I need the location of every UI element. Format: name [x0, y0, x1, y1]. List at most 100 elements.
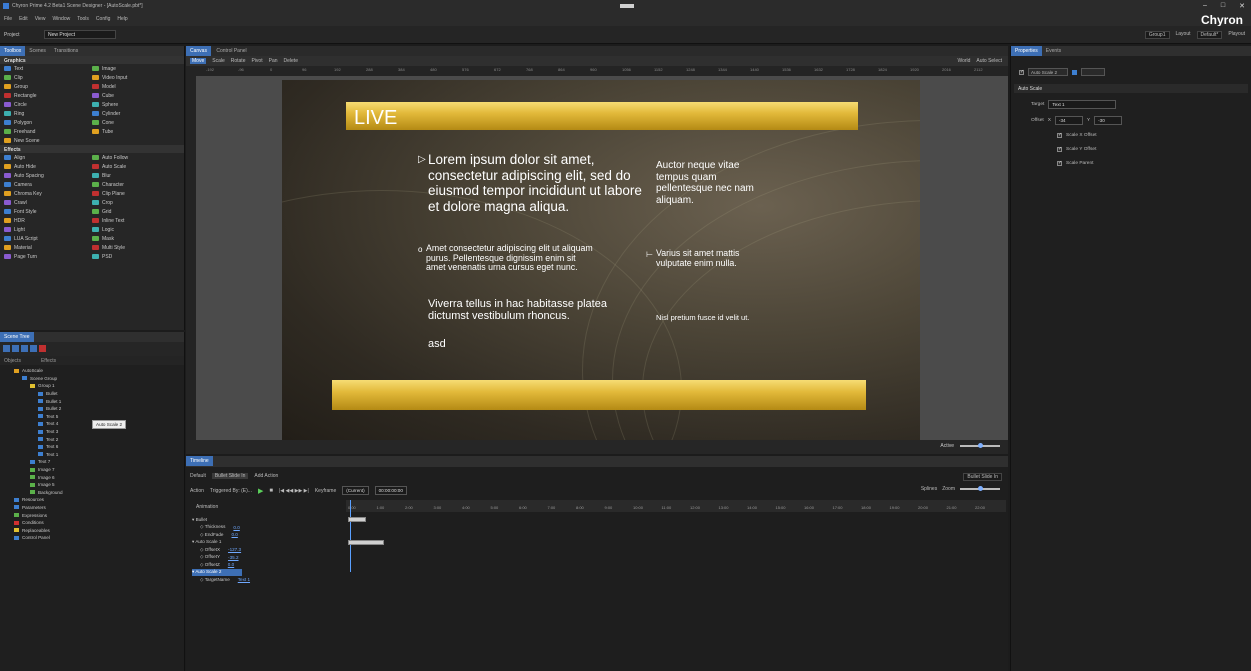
target-select[interactable]: Text 1: [1048, 100, 1117, 109]
zoom-slider[interactable]: [960, 443, 1000, 448]
splines-toggle[interactable]: Splines: [921, 486, 937, 492]
toolbox-item-group[interactable]: Group: [0, 82, 88, 91]
track-value[interactable]: -35.2: [228, 555, 238, 560]
effect-item-crawl[interactable]: Crawl: [0, 198, 88, 207]
project-select[interactable]: New Project: [44, 30, 116, 39]
stop-icon[interactable]: ■: [269, 488, 273, 494]
menu-view[interactable]: View: [35, 16, 46, 22]
keyframe-block[interactable]: [348, 517, 366, 522]
enabled-checkbox[interactable]: [1019, 69, 1024, 75]
tab-scene-tree[interactable]: Scene Tree: [0, 332, 34, 342]
effect-item-character[interactable]: Character: [88, 180, 176, 189]
effect-item-logic[interactable]: Logic: [88, 225, 176, 234]
layout-select[interactable]: Default*: [1196, 31, 1223, 39]
toolbox-item-cube[interactable]: Cube: [88, 91, 176, 100]
text-block-3[interactable]: Amet consectetur adipiscing elit ut aliq…: [426, 243, 596, 273]
effect-item-material[interactable]: Material: [0, 243, 88, 252]
timeline-zoom-slider[interactable]: [960, 486, 1000, 491]
tree-node[interactable]: Scene Group: [0, 375, 184, 383]
effect-item-clip-plane[interactable]: Clip Plane: [88, 189, 176, 198]
tree-node[interactable]: Text 2: [0, 435, 184, 443]
drag-grip[interactable]: [620, 4, 634, 8]
pan-tool[interactable]: Pan: [269, 58, 278, 64]
close-button[interactable]: ✕: [1239, 2, 1245, 10]
text-block-4[interactable]: Varius sit amet mattis vulputate enim nu…: [656, 248, 740, 268]
effect-item-blur[interactable]: Blur: [88, 171, 176, 180]
scene-preview[interactable]: LIVE ▷ Lorem ipsum dolor sit amet, conse…: [282, 80, 920, 440]
timeline-ruler[interactable]: 0:00 1:00 2:00 3:00 4:00 5:00 6:00 7:00 8:00 9:00…: [346, 500, 1006, 512]
folder-icon[interactable]: [12, 345, 19, 352]
playhead[interactable]: [350, 500, 351, 572]
delete-tool[interactable]: Delete: [284, 58, 298, 64]
toolbox-item-circle[interactable]: Circle: [0, 100, 88, 109]
track-row[interactable]: ▾ Bullet: [192, 516, 342, 524]
action-select[interactable]: Bullet Slide In: [963, 473, 1002, 481]
effect-item-auto-scale[interactable]: Auto Scale: [88, 162, 176, 171]
toolbox-item-tube[interactable]: Tube: [88, 127, 176, 136]
tree-node[interactable]: Text 1: [0, 451, 184, 459]
track-value[interactable]: Text 1: [238, 577, 250, 582]
effect-item-crop[interactable]: Crop: [88, 198, 176, 207]
menu-config[interactable]: Config: [96, 16, 110, 22]
effect-item-mask[interactable]: Mask: [88, 234, 176, 243]
tree-node[interactable]: Background: [0, 489, 184, 497]
track-row[interactable]: ▾ Auto Scale 2: [192, 568, 242, 576]
effect-item-inline-text[interactable]: Inline Text: [88, 216, 176, 225]
effect-item-lua-script[interactable]: LUA Script: [0, 234, 88, 243]
minimize-button[interactable]: –: [1203, 2, 1207, 10]
effect-item-grid[interactable]: Grid: [88, 207, 176, 216]
track-row[interactable]: ◇ OffsetZ 0.0: [192, 561, 342, 569]
scale-parent-checkbox[interactable]: [1057, 160, 1062, 166]
move-tool[interactable]: Move: [190, 58, 207, 64]
effect-item-chroma-key[interactable]: Chroma Key: [0, 189, 88, 198]
track-row[interactable]: ◇ OffsetX -127.3: [192, 546, 342, 554]
toolbox-item-image[interactable]: Image: [88, 64, 176, 73]
toolbox-item-cylinder[interactable]: Cylinder: [88, 109, 176, 118]
effect-item-camera[interactable]: Camera: [0, 180, 88, 189]
tree-node[interactable]: Conditions: [0, 519, 184, 527]
effect-item-hdr[interactable]: HDR: [0, 216, 88, 225]
track-row[interactable]: ◇ TargetName Text 1: [192, 576, 342, 584]
auto-scale-group[interactable]: Auto Scale: [1014, 84, 1248, 93]
playout-button[interactable]: Playout: [1228, 31, 1245, 39]
toolbox-item-cone[interactable]: Cone: [88, 118, 176, 127]
color-icon[interactable]: [1072, 69, 1077, 75]
tree-node[interactable]: Resources: [0, 496, 184, 504]
maximize-button[interactable]: □: [1221, 2, 1225, 10]
toolbox-item-video-input[interactable]: Video Input: [88, 73, 176, 82]
world-toggle[interactable]: World: [957, 58, 970, 64]
tab-default[interactable]: Default: [190, 473, 206, 479]
effects-header[interactable]: Effects: [0, 145, 184, 153]
tree-node[interactable]: Text 7: [0, 458, 184, 466]
track-value[interactable]: 0.0: [231, 532, 237, 537]
effect-item-page-turn[interactable]: Page Turn: [0, 252, 88, 261]
track-row[interactable]: ◇ Thickness 0.0: [192, 524, 342, 532]
add-action-button[interactable]: Add Action: [254, 473, 278, 479]
scale-x-offset-checkbox[interactable]: [1057, 132, 1062, 138]
tab-canvas[interactable]: Canvas: [186, 46, 211, 56]
keyframe-block[interactable]: [348, 540, 384, 545]
tab-timeline[interactable]: Timeline: [186, 456, 213, 466]
tree-node[interactable]: Group 1: [0, 382, 184, 390]
tree-node[interactable]: Bullet: [0, 390, 184, 398]
offset-x-field[interactable]: -34: [1054, 116, 1083, 125]
effect-item-auto-hide[interactable]: Auto Hide: [0, 162, 88, 171]
effect-item-align[interactable]: Align: [0, 153, 88, 162]
pivot-tool[interactable]: Pivot: [251, 58, 262, 64]
effect-item-font-style[interactable]: Font Style: [0, 207, 88, 216]
effect-name-field[interactable]: Auto Scale 2: [1028, 68, 1068, 76]
effect-item-auto-follow[interactable]: Auto Follow: [88, 153, 176, 162]
active-select[interactable]: Active: [940, 443, 954, 449]
menu-edit[interactable]: Edit: [19, 16, 28, 22]
rotate-tool[interactable]: Rotate: [231, 58, 246, 64]
group-select[interactable]: Group1: [1144, 31, 1170, 39]
menu-window[interactable]: Window: [52, 16, 70, 22]
step-icon[interactable]: |◀ ◀◀ ▶▶ ▶|: [279, 488, 309, 494]
tab-properties[interactable]: Properties: [1011, 46, 1042, 56]
tab-transitions[interactable]: Transitions: [50, 46, 82, 56]
effect-item-psd[interactable]: PSD: [88, 252, 176, 261]
text-block-5-extra[interactable]: asd: [428, 338, 446, 350]
copy-icon[interactable]: [21, 345, 28, 352]
toolbox-item-model[interactable]: Model: [88, 82, 176, 91]
color-field[interactable]: [1081, 68, 1105, 76]
